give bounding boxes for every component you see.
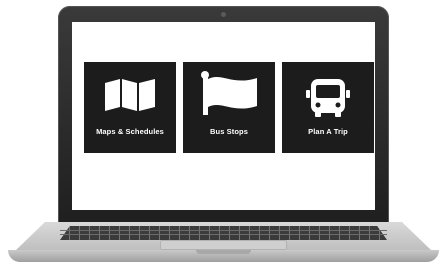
keyboard <box>60 226 387 240</box>
laptop-screen: Maps & Schedules Bus Stops Plan A Trip <box>72 22 375 210</box>
bus-stops-label: Bus Stops <box>210 127 248 136</box>
flag-icon <box>201 71 257 115</box>
lid-notch <box>196 250 251 254</box>
plan-a-trip-label: Plan A Trip <box>308 127 348 136</box>
trackpad <box>160 240 287 250</box>
keyboard-row-divider <box>60 230 387 231</box>
maps-and-schedules-button[interactable]: Maps & Schedules <box>84 62 176 153</box>
map-icon <box>105 79 155 111</box>
laptop-device: Maps & Schedules Bus Stops Plan A Trip <box>0 0 447 268</box>
plan-a-trip-button[interactable]: Plan A Trip <box>282 62 374 153</box>
bus-icon <box>306 79 350 117</box>
maps-and-schedules-label: Maps & Schedules <box>96 127 164 136</box>
webcam <box>221 12 226 17</box>
bus-stops-button[interactable]: Bus Stops <box>183 62 275 153</box>
keyboard-row-divider <box>60 234 387 235</box>
